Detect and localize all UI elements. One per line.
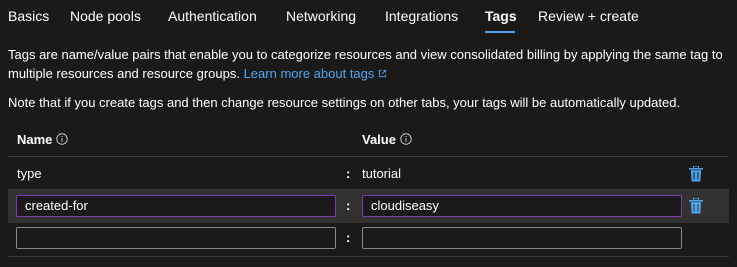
tab-tags[interactable]: Tags — [485, 8, 517, 24]
tab-authentication[interactable]: Authentication — [168, 8, 257, 24]
active-tab-indicator — [485, 31, 515, 33]
external-link-icon — [379, 69, 387, 78]
name-value-separator: : — [346, 198, 351, 213]
auto-update-note: Note that if you create tags and then ch… — [8, 95, 681, 110]
tag-name-input[interactable]: created-for — [16, 195, 336, 217]
tab-integrations[interactable]: Integrations — [385, 8, 458, 24]
value-column-header: Value — [362, 132, 412, 147]
tags-description: Tags are name/value pairs that enable yo… — [8, 45, 732, 83]
tag-value-input[interactable]: cloudiseasy — [362, 195, 682, 217]
tag-name-cell: type — [17, 166, 42, 181]
delete-row-trash-icon[interactable] — [689, 198, 703, 214]
name-value-separator: : — [346, 230, 351, 245]
info-icon[interactable] — [56, 133, 69, 145]
value-header-label: Value — [362, 132, 396, 147]
tab-review-create[interactable]: Review + create — [538, 8, 639, 24]
learn-more-link[interactable]: Learn more about tags — [244, 66, 388, 81]
row-divider — [8, 256, 729, 257]
name-column-header: Name — [17, 132, 69, 147]
tag-value-cell: tutorial — [362, 166, 402, 181]
tab-networking[interactable]: Networking — [286, 8, 356, 24]
tab-node-pools[interactable]: Node pools — [70, 8, 141, 24]
name-header-label: Name — [17, 132, 53, 147]
learn-more-link-label: Learn more about tags — [243, 66, 375, 81]
delete-row-trash-icon[interactable] — [689, 166, 703, 182]
tab-bar: Basics Node pools Authentication Network… — [0, 0, 737, 34]
new-tag-value-input[interactable] — [362, 227, 682, 249]
tags-page: Basics Node pools Authentication Network… — [0, 0, 737, 267]
info-icon[interactable] — [400, 133, 412, 145]
name-value-separator: : — [346, 166, 351, 181]
new-tag-name-input[interactable] — [16, 227, 336, 249]
tab-basics[interactable]: Basics — [8, 8, 49, 24]
header-divider — [8, 156, 729, 157]
